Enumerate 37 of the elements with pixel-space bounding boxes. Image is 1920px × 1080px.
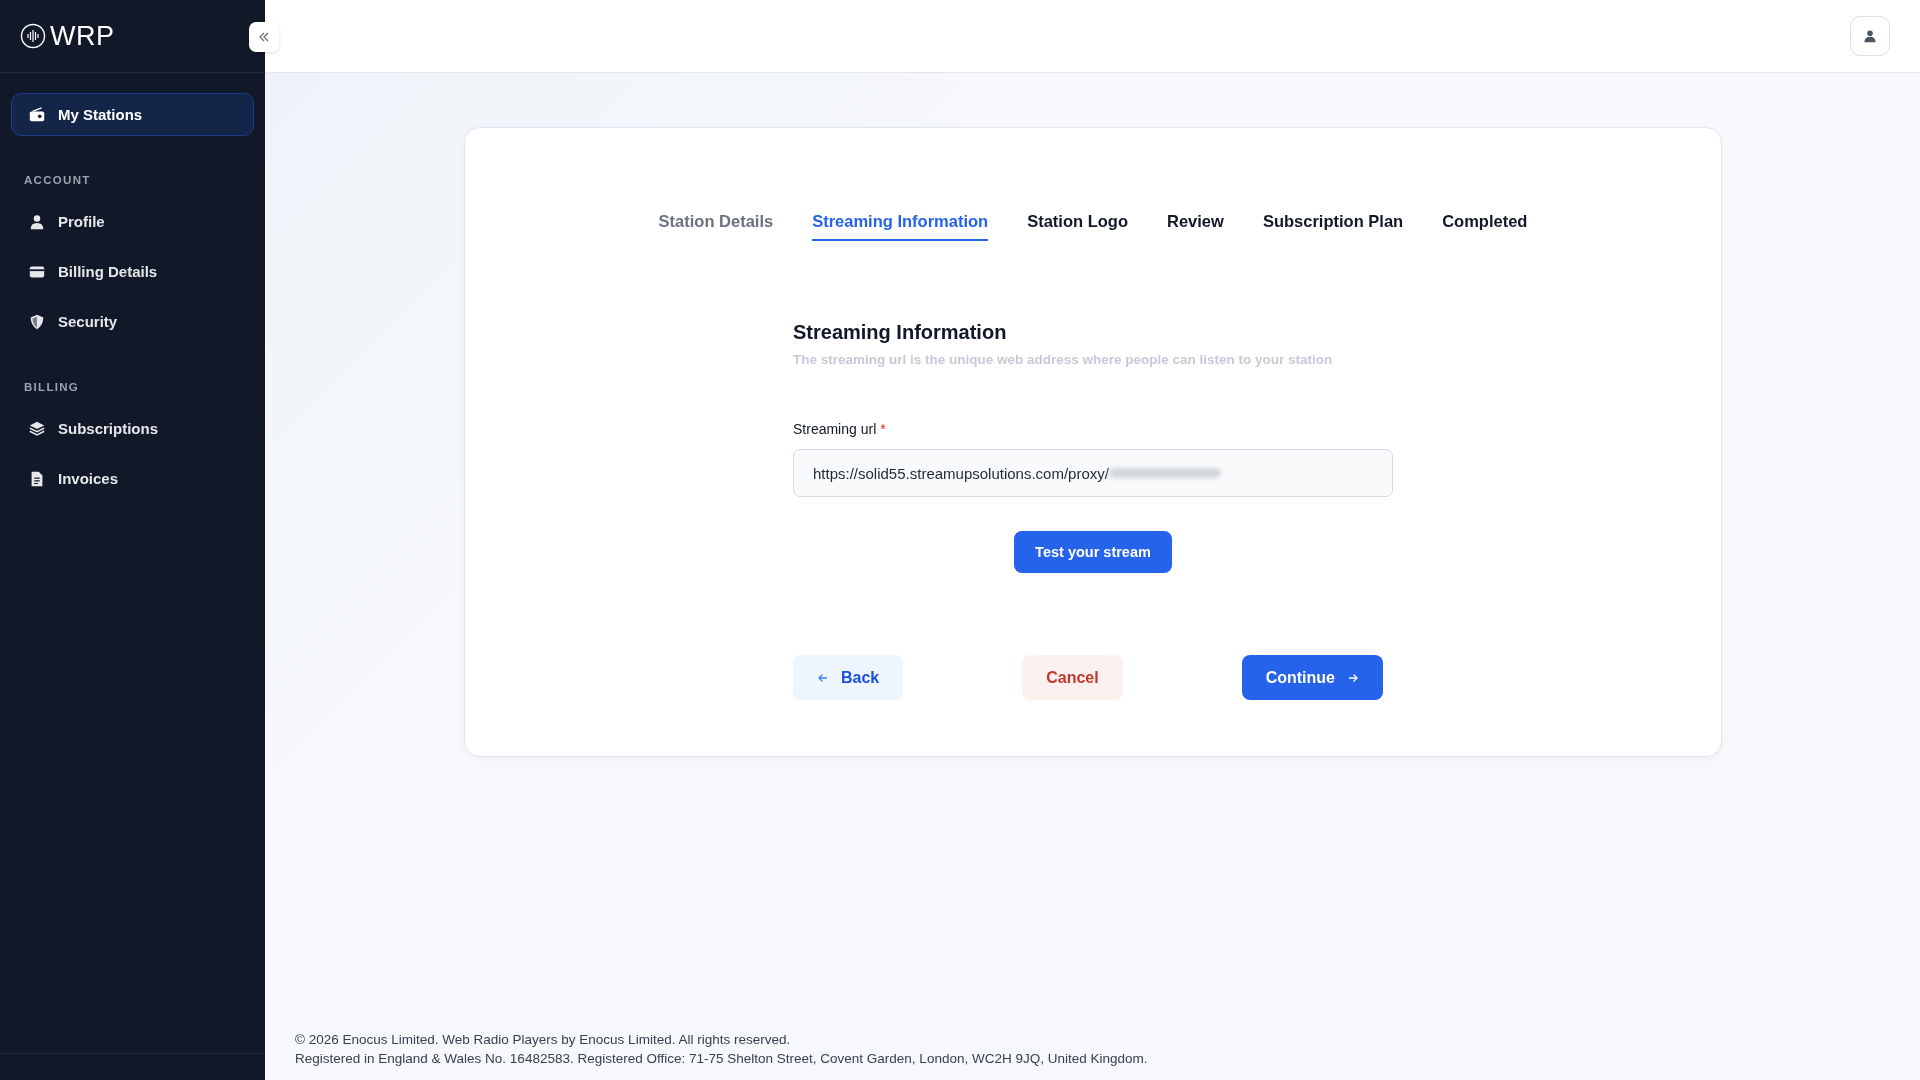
- field-label: Streaming url: [793, 421, 877, 437]
- step-tab[interactable]: Completed: [1442, 212, 1528, 241]
- cancel-button[interactable]: Cancel: [1022, 655, 1123, 700]
- arrow-left-icon: [817, 671, 829, 684]
- collapse-button[interactable]: [249, 22, 279, 52]
- layers-icon: [28, 419, 46, 438]
- section-heading: ACCOUNT: [23, 173, 92, 188]
- step-tab[interactable]: Station Details: [658, 212, 774, 241]
- step-tab[interactable]: Review: [1167, 212, 1224, 241]
- user-button[interactable]: [1850, 16, 1890, 56]
- test-stream-button[interactable]: Test your stream: [1014, 531, 1172, 573]
- sidebar-item[interactable]: Billing Details: [11, 250, 254, 293]
- sidebar-item[interactable]: Profile: [11, 200, 254, 243]
- sidebar-item[interactable]: Subscriptions: [11, 407, 254, 450]
- sidebar-item[interactable]: Security: [11, 300, 254, 343]
- section-heading: BILLING: [23, 380, 81, 395]
- user-icon: [28, 212, 46, 231]
- step-tab[interactable]: Streaming Information: [812, 212, 989, 241]
- user-icon: [1863, 29, 1877, 43]
- logo-icon: [20, 23, 46, 49]
- double-chevron-icon: [257, 30, 271, 44]
- step-tab[interactable]: Station Logo: [1027, 212, 1128, 241]
- back-button[interactable]: Back: [793, 655, 904, 700]
- sidebar-item[interactable]: My Stations: [11, 93, 254, 136]
- required-mark: *: [880, 421, 886, 437]
- footer-text: Registered in England & Wales No. 16482583. Registered Office: 71-75 Shelton Street, Covent Garden, London, WC2H 9JQ, United Kingdom.: [295, 1050, 1149, 1068]
- radio-icon: [28, 105, 46, 124]
- step-tab[interactable]: Subscription Plan: [1262, 212, 1404, 241]
- sidebar-item[interactable]: Invoices: [11, 457, 254, 500]
- form-subtitle: The streaming url is the unique web address where people can listen to your station: [793, 352, 1334, 367]
- form-title: Streaming Information: [793, 321, 1008, 344]
- continue-button[interactable]: Continue: [1241, 655, 1383, 700]
- arrow-right-icon: [1347, 671, 1359, 684]
- url-input-field[interactable]: https://solid55.streamupsolutions.com/proxy/: [793, 449, 1393, 497]
- shield-icon: [28, 312, 46, 331]
- footer-text: © 2026 Enocus Limited. Web Radio Players by Enocus Limited. All rights reserved.: [295, 1031, 792, 1049]
- logo-text: WRP: [50, 20, 115, 52]
